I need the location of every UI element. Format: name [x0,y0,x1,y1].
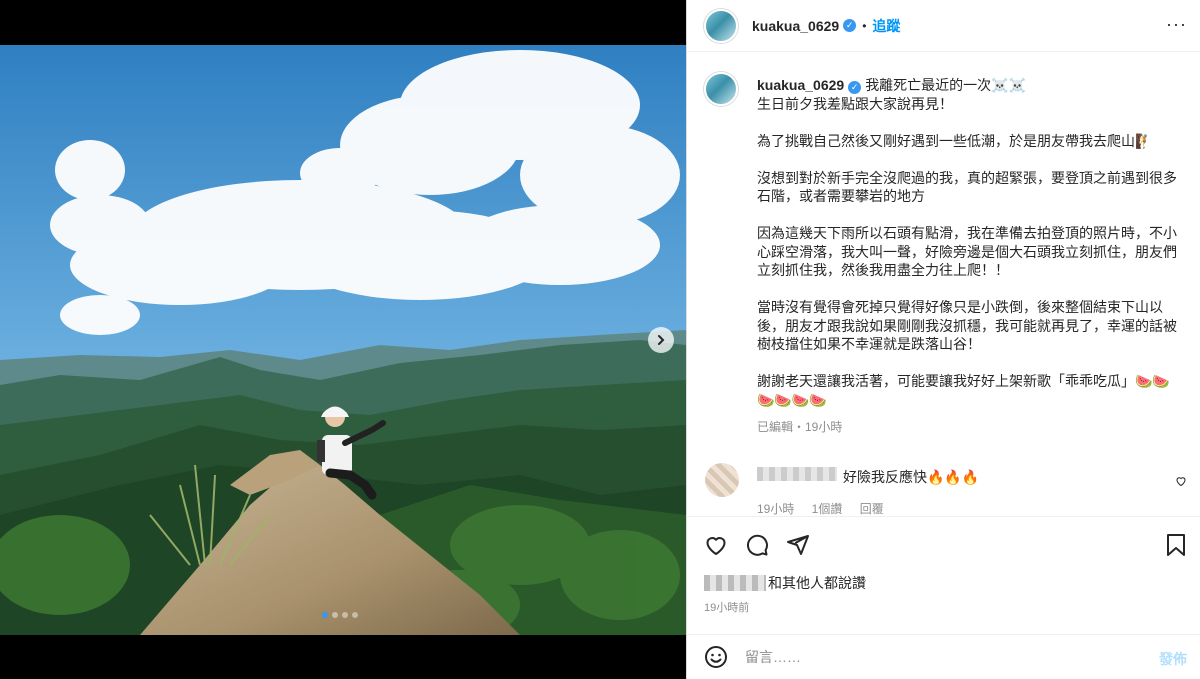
post-header: kuakua_0629 ✓ • 追蹤 ··· [687,0,1200,52]
commenter-username-blurred[interactable] [757,467,837,481]
verified-badge-icon: ✓ [843,19,857,32]
add-comment-bar: 發佈 [687,634,1200,679]
comment-meta: 19小時 1個讚 回覆 [757,502,884,516]
comment-bubble-icon[interactable] [745,533,769,557]
caption-title: 我離死亡最近的一次☠️☠️ [865,77,1027,93]
carousel-next-button[interactable] [648,327,674,353]
more-options-icon[interactable]: ··· [1166,14,1187,35]
likes-suffix: 和其他人都說讚 [768,575,866,591]
post-timestamp[interactable]: 19小時前 [704,599,749,615]
caption-first-line: kuakua_0629 ✓ 我離死亡最近的一次☠️☠️ [757,76,1187,95]
carousel-dot [342,612,348,618]
caption-paragraph: 為了挑戰自己然後又剛好遇到一些低潮，於是朋友帶我去爬山🧗 [757,132,1153,149]
like-heart-icon[interactable] [704,533,728,557]
carousel-indicator [322,612,358,618]
caption-paragraph: 因為這幾天下雨所以石頭有點滑，我在準備去拍登頂的照片時，不小心踩空滑落，我大叫一… [757,225,1177,278]
carousel-dot [322,612,328,618]
chevron-right-icon [658,335,665,345]
post-comment-button[interactable]: 發佈 [1159,649,1187,669]
comment-text: 好險我反應快🔥🔥🔥 [843,469,980,485]
comment-input[interactable] [745,647,1125,667]
separator-dot: • [862,18,867,33]
caption-meta: 已編輯・19小時 [757,420,843,434]
caption-username[interactable]: kuakua_0629 [757,77,844,93]
comment-like-icon[interactable] [1175,475,1187,487]
follow-button[interactable]: 追蹤 [872,16,900,36]
carousel-dot [332,612,338,618]
instagram-post-modal: kuakua_0629 ✓ • 追蹤 ··· kuakua_0629 ✓ 我離死亡最… [0,0,1200,679]
post-side-panel: kuakua_0629 ✓ • 追蹤 ··· kuakua_0629 ✓ 我離死亡最… [686,0,1200,679]
verified-badge-icon: ✓ [848,81,862,94]
emoji-icon[interactable] [704,645,728,669]
caption-body: kuakua_0629 ✓ 我離死亡最近的一次☠️☠️ 生日前夕我差點跟大家說再見！… [757,76,1187,437]
caption-scroll-area[interactable]: kuakua_0629 ✓ 我離死亡最近的一次☠️☠️ 生日前夕我差點跟大家說再見！… [687,52,1200,512]
caption-paragraph: 生日前夕我差點跟大家說再見！ [757,95,953,112]
action-bar [687,516,1200,566]
commenter-avatar[interactable] [705,463,739,497]
post-photo[interactable] [0,45,686,635]
caption-paragraph: 謝謝老天還讓我活著，可能要讓我好好上架新歌「乖乖吃瓜」🍉🍉🍉🍉🍉🍉 [757,373,1170,408]
caption-paragraph: 當時沒有覺得會死掉只覺得好像只是小跌倒，後來整個結束下山以後，朋友才跟我說如果剛… [757,299,1177,352]
caption-paragraph: 沒想到對於新手完全沒爬過的我，真的超緊張，要登頂之前遇到很多石階，或者需要攀岩的… [757,169,1177,205]
comment-item: 好險我反應快🔥🔥🔥 19小時 1個讚 回覆 [687,455,1200,516]
author-username[interactable]: kuakua_0629 [752,18,839,34]
carousel-dot [352,612,358,618]
share-send-icon[interactable] [786,533,810,557]
author-avatar[interactable] [704,8,738,43]
caption-author-avatar[interactable] [704,72,738,106]
likes-summary[interactable]: 和其他人都說讚 [704,573,866,593]
bookmark-icon[interactable] [1165,533,1187,557]
liker-names-blurred[interactable] [704,575,766,591]
